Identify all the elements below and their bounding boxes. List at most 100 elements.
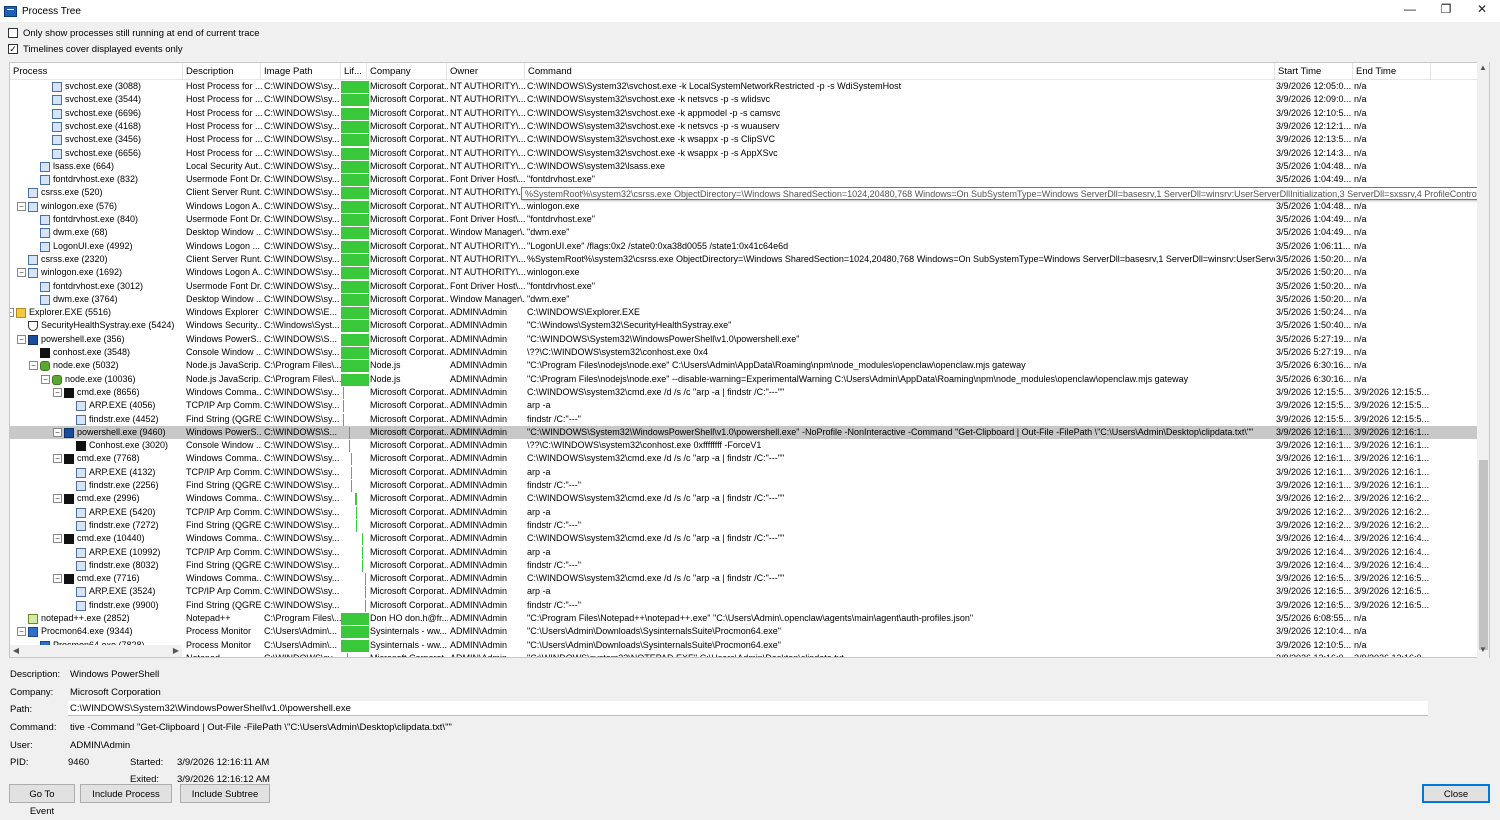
table-row[interactable]: − cmd.exe (8656) Windows Comma... C:\WINDOW… — [10, 386, 1480, 399]
table-row[interactable]: findstr.exe (8032) Find String (QGRE... C:… — [10, 559, 1480, 572]
scroll-right-arrow-icon[interactable]: ▶ — [170, 645, 182, 657]
column-header-owner[interactable]: Owner — [447, 63, 525, 80]
table-row[interactable]: LogonUI.exe (4992) Windows Logon ... C:\WI… — [10, 240, 1480, 253]
table-row[interactable]: − Procmon64.exe (9344) Process Monitor C:\U… — [10, 625, 1480, 639]
table-row[interactable]: fontdrvhost.exe (840) Usermode Font Dr...… — [10, 213, 1480, 226]
table-row[interactable]: lsass.exe (664) Local Security Aut... C:\W… — [10, 160, 1480, 173]
table-row[interactable]: svchost.exe (4168) Host Process for ... C:… — [10, 120, 1480, 133]
include-process-button[interactable]: Include Process — [80, 784, 172, 803]
table-row[interactable]: − powershell.exe (9460) Windows PowerS... C… — [10, 425, 1480, 440]
close-window-button[interactable]: ✕ — [1464, 0, 1500, 18]
scroll-left-arrow-icon[interactable]: ◀ — [10, 645, 22, 657]
row-command: "C:\Program Files\nodejs\node.exe" C:\Us… — [527, 360, 1026, 371]
command-value[interactable]: tive -Command "Get-Clipboard | Out-File … — [70, 722, 452, 733]
go-to-event-button[interactable]: Go To Event — [9, 784, 75, 817]
table-row[interactable]: conhost.exe (3548) Console Window ... C:\W… — [10, 346, 1480, 359]
horizontal-scrollbar[interactable]: ◀ ▶ — [10, 645, 182, 657]
timelines-option[interactable]: ✓ Timelines cover displayed events only — [8, 42, 183, 56]
process-tree-grid[interactable]: Process Description Image Path Lif... Co… — [9, 62, 1490, 658]
tree-collapse-toggle[interactable]: − — [41, 374, 50, 384]
column-header-company[interactable]: Company — [367, 63, 447, 80]
table-row[interactable]: Conhost.exe (3020) Console Window ... C:\W… — [10, 439, 1480, 453]
column-header-lifetime[interactable]: Lif... — [341, 63, 367, 80]
tree-collapse-toggle[interactable]: − — [53, 534, 62, 544]
row-owner: ADMIN\Admin — [450, 386, 508, 397]
table-row[interactable]: csrss.exe (2320) Client Server Runt... C:\… — [10, 253, 1480, 266]
row-image-path: C:\WINDOWS\sy... — [264, 480, 340, 490]
table-row[interactable]: ARP.EXE (5420) TCP/IP Arp Comm... C:\WINDO… — [10, 506, 1480, 519]
table-row[interactable]: findstr.exe (4452) Find String (QGRE... C:… — [10, 413, 1480, 426]
table-row[interactable]: findstr.exe (7272) Find String (QGRE... C:… — [10, 519, 1480, 532]
table-row[interactable]: − node.exe (5032) Node.js JavaScrip... C:\P… — [10, 359, 1480, 373]
row-image-path: C:\WINDOWS\sy... — [264, 81, 340, 91]
row-image-path: C:\WINDOWS\sy... — [264, 200, 340, 211]
table-row[interactable]: Procmon64.exe (7828)Process MonitorC:\Us… — [10, 639, 1480, 652]
column-header-description[interactable]: Description — [183, 63, 261, 80]
row-description: Find String (QGRE... — [186, 519, 262, 530]
table-row[interactable]: − powershell.exe (356) Windows PowerS... C:… — [10, 333, 1480, 346]
column-header-end-time[interactable]: End Time — [1353, 63, 1431, 80]
table-row[interactable]: svchost.exe (6656) Host Process for ... C:… — [10, 147, 1480, 160]
row-company: Node.js — [370, 373, 401, 384]
lifetime-bar — [341, 307, 369, 320]
row-command: \??\C:\WINDOWS\system32\conhost.exe 0x4 — [527, 347, 709, 357]
tree-collapse-toggle[interactable]: − — [10, 308, 14, 318]
tree-collapse-toggle[interactable]: − — [17, 201, 26, 211]
table-row[interactable]: ARP.EXE (10992) TCP/IP Arp Comm... C:\WIND… — [10, 546, 1480, 559]
table-row[interactable]: SecurityHealthSystray.exe (5424) Windows … — [10, 319, 1480, 333]
table-row[interactable]: svchost.exe (3544) Host Process for ... C:… — [10, 93, 1480, 107]
only-running-checkbox[interactable] — [8, 28, 18, 38]
tree-collapse-toggle[interactable]: − — [17, 334, 26, 344]
close-button[interactable]: Close — [1422, 784, 1490, 803]
table-row[interactable]: svchost.exe (3456) Host Process for ... C:… — [10, 133, 1480, 147]
table-row[interactable]: Notepad.exeNotepadC:\WINDOWS\sy...Micros… — [10, 652, 1480, 657]
timelines-checkbox[interactable]: ✓ — [8, 44, 18, 54]
tree-collapse-toggle[interactable]: − — [29, 361, 38, 371]
lifetime-bar — [351, 480, 352, 492]
table-row[interactable]: − winlogon.exe (576) Windows Logon A... C:\… — [10, 200, 1480, 213]
tree-collapse-toggle[interactable]: − — [53, 454, 62, 464]
table-row[interactable]: ARP.EXE (4132) TCP/IP Arp Comm... C:\WINDO… — [10, 466, 1480, 479]
tree-collapse-toggle[interactable]: − — [53, 494, 62, 504]
table-row[interactable]: fontdrvhost.exe (832) Usermode Font Dr...… — [10, 173, 1480, 187]
table-row[interactable]: findstr.exe (2256) Find String (QGRE... C:… — [10, 479, 1480, 492]
table-row[interactable]: ARP.EXE (4056) TCP/IP Arp Comm... C:\WINDO… — [10, 399, 1480, 413]
scroll-up-arrow-icon[interactable]: ▲ — [1477, 62, 1489, 74]
table-row[interactable]: svchost.exe (3088) Host Process for ... C:… — [10, 80, 1480, 93]
row-owner: ADMIN\Admin — [450, 480, 508, 490]
scroll-down-arrow-icon[interactable]: ▼ — [1477, 644, 1489, 656]
row-description: TCP/IP Arp Comm... — [186, 466, 262, 477]
table-row[interactable]: − cmd.exe (7768) Windows Comma... C:\WINDOW… — [10, 452, 1480, 466]
table-row[interactable]: ARP.EXE (3524) TCP/IP Arp Comm... C:\WINDO… — [10, 585, 1480, 599]
table-row[interactable]: − cmd.exe (10440) Windows Comma... C:\WINDO… — [10, 532, 1480, 546]
tree-collapse-toggle[interactable]: − — [53, 574, 62, 584]
path-field[interactable] — [68, 701, 1428, 716]
table-row[interactable]: − node.exe (10036) Node.js JavaScrip... C:\… — [10, 373, 1480, 386]
minimize-button[interactable]: — — [1392, 0, 1428, 18]
table-row[interactable]: dwm.exe (3764) Desktop Window ... C:\WINDO… — [10, 293, 1480, 306]
table-row[interactable]: notepad++.exe (2852) Notepad++ C:\Program … — [10, 612, 1480, 625]
column-header-image-path[interactable]: Image Path — [261, 63, 341, 80]
maximize-button[interactable]: ❐ — [1428, 0, 1464, 18]
lifetime-bar — [365, 573, 366, 586]
tree-collapse-toggle[interactable]: − — [53, 387, 62, 397]
table-row[interactable]: − cmd.exe (7716) Windows Comma... C:\WINDOW… — [10, 572, 1480, 586]
include-subtree-button[interactable]: Include Subtree — [180, 784, 270, 803]
table-row[interactable]: findstr.exe (9900) Find String (QGRE... C:… — [10, 599, 1480, 612]
column-header-command[interactable]: Command — [525, 63, 1275, 80]
vertical-scrollbar[interactable]: ▲ ▼ — [1477, 62, 1489, 658]
table-row[interactable]: svchost.exe (6696) Host Process for ... C:… — [10, 107, 1480, 120]
table-row[interactable]: − Explorer.EXE (5516) Windows Explorer C:\W… — [10, 306, 1480, 320]
table-row[interactable]: dwm.exe (68) Desktop Window ... C:\WINDOWS… — [10, 226, 1480, 240]
table-row[interactable]: − cmd.exe (2996) Windows Comma... C:\WINDOW… — [10, 492, 1480, 506]
column-header-process[interactable]: Process — [10, 63, 183, 80]
tree-collapse-toggle[interactable]: − — [17, 627, 26, 637]
table-row[interactable]: fontdrvhost.exe (3012) Usermode Font Dr..… — [10, 280, 1480, 293]
only-running-option[interactable]: Only show processes still running at end… — [8, 26, 260, 40]
tree-collapse-toggle[interactable]: − — [53, 427, 62, 437]
column-header-start-time[interactable]: Start Time — [1275, 63, 1353, 80]
vertical-scroll-thumb[interactable] — [1479, 460, 1488, 650]
tree-collapse-toggle[interactable]: − — [17, 268, 26, 278]
row-image-path: C:\WINDOWS\sy... — [264, 440, 340, 451]
table-row[interactable]: − winlogon.exe (1692) Windows Logon A... C:… — [10, 266, 1480, 280]
